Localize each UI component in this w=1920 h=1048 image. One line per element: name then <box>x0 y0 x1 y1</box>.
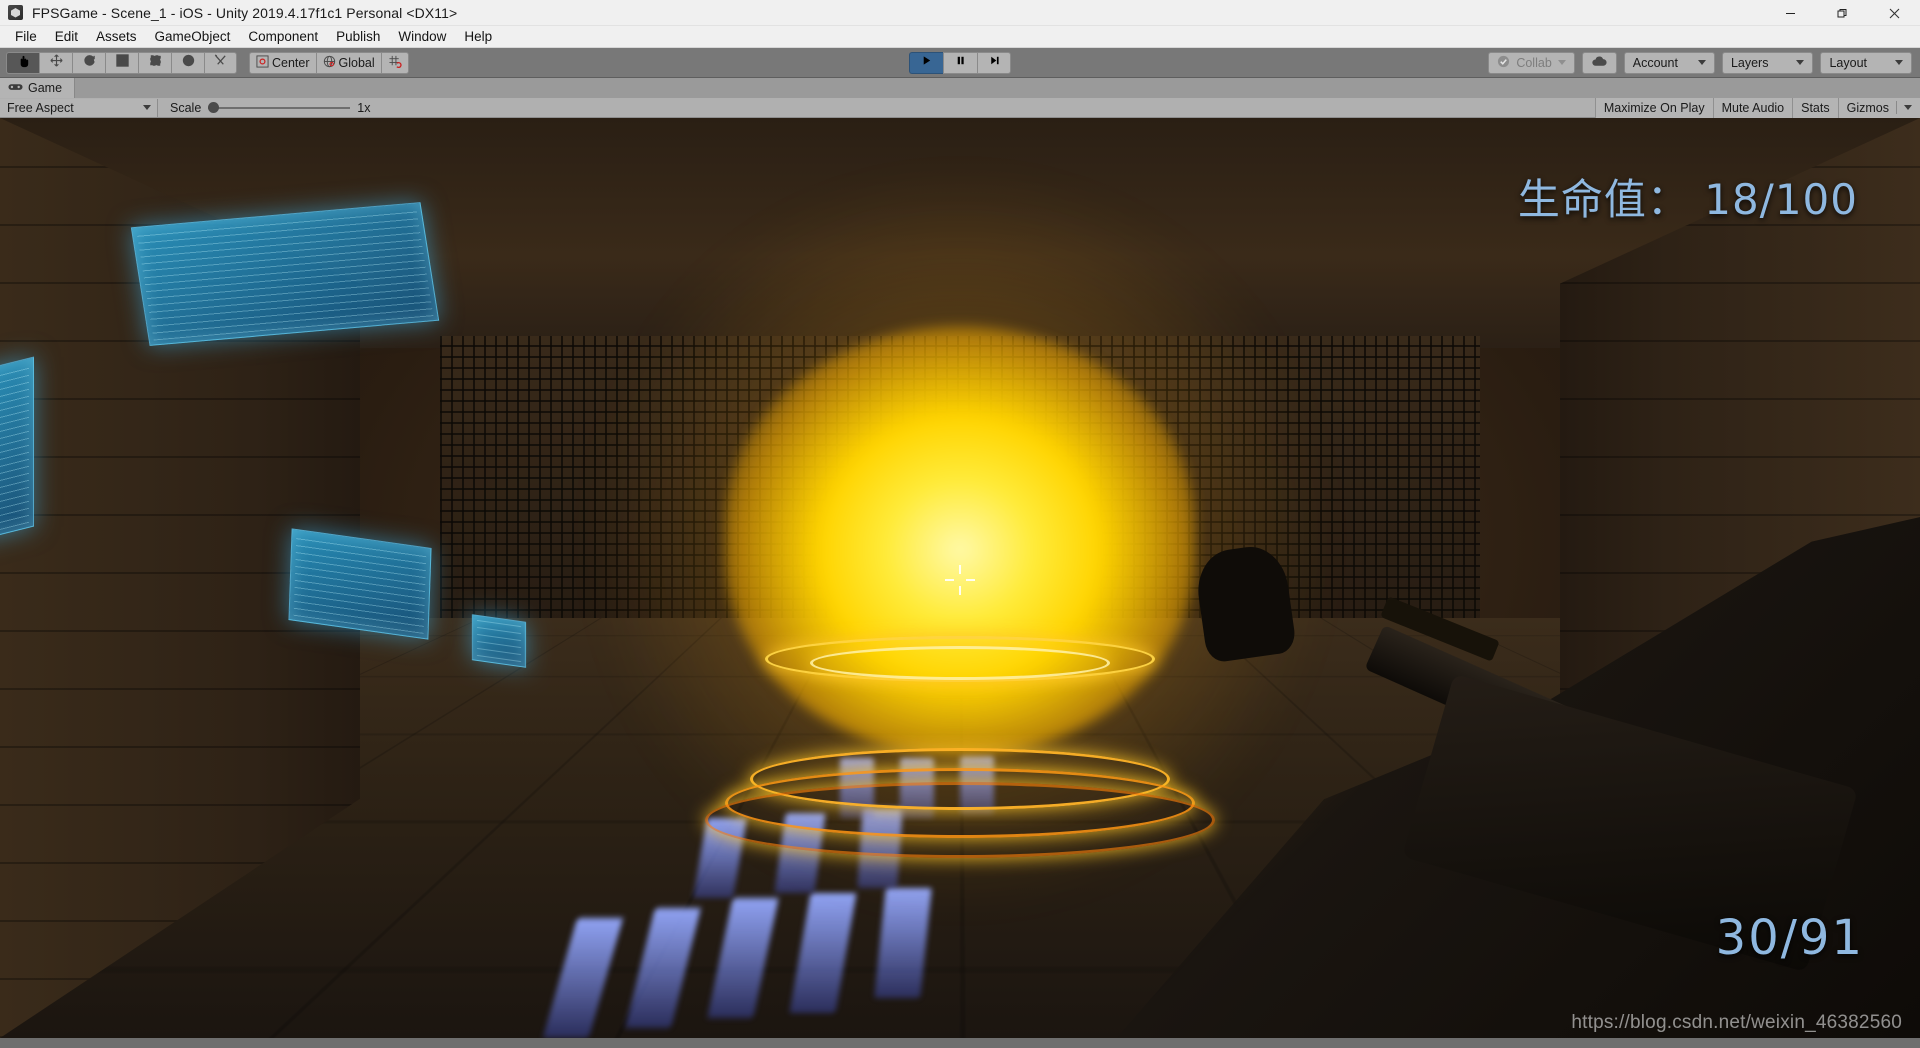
window-title: FPSGame - Scene_1 - iOS - Unity 2019.4.1… <box>32 4 458 21</box>
cloud-icon <box>1591 55 1608 70</box>
aspect-ratio-dropdown[interactable]: Free Aspect <box>0 98 158 117</box>
menu-component[interactable]: Component <box>239 27 327 46</box>
chevron-down-icon <box>1895 60 1903 65</box>
game-control-bar: Free Aspect Scale 1x Maximize On Play Mu… <box>0 97 1920 118</box>
account-label: Account <box>1632 55 1678 70</box>
menu-edit[interactable]: Edit <box>46 27 87 46</box>
play-icon <box>920 54 933 72</box>
menu-help[interactable]: Help <box>455 27 501 46</box>
hand-tool-button[interactable] <box>6 51 39 74</box>
pivot-center-icon <box>256 54 269 71</box>
title-bar: FPSGame - Scene_1 - iOS - Unity 2019.4.1… <box>0 0 1920 26</box>
holo-screen <box>0 356 34 542</box>
pause-icon <box>954 54 967 72</box>
collab-check-icon <box>1497 55 1510 71</box>
collab-label: Collab <box>1516 55 1552 70</box>
custom-tool-button[interactable] <box>204 51 237 74</box>
menu-window[interactable]: Window <box>389 27 455 46</box>
close-button[interactable] <box>1868 0 1920 26</box>
move-icon <box>49 53 64 73</box>
layout-label: Layout <box>1829 55 1867 70</box>
play-controls <box>909 51 1011 74</box>
minimize-button[interactable] <box>1764 0 1816 26</box>
gamepad-icon <box>8 81 23 95</box>
game-viewport[interactable]: 生命值： 18/100 30/91 https://blog.csdn.net/… <box>0 118 1920 1038</box>
transform-tool-button[interactable] <box>171 51 204 74</box>
hand-icon <box>16 53 31 73</box>
tab-game-label: Game <box>28 81 63 95</box>
scale-control: Scale 1x <box>170 101 370 115</box>
holo-screen <box>130 202 440 346</box>
health-hud: 生命值： 18/100 <box>1517 175 1858 224</box>
teleporter-ring <box>705 782 1215 858</box>
menu-gameobject[interactable]: GameObject <box>146 27 240 46</box>
account-button[interactable]: Account <box>1623 51 1715 74</box>
pivot-mode-label: Center <box>272 55 310 70</box>
aspect-ratio-value: Free Aspect <box>7 100 74 115</box>
transform-tools <box>6 51 237 74</box>
chevron-down-icon <box>1697 60 1706 65</box>
space-mode-label: Global <box>338 55 375 70</box>
collab-button[interactable]: Collab <box>1488 51 1575 74</box>
wrench-icon <box>213 53 228 73</box>
menu-file[interactable]: File <box>6 27 46 46</box>
divider <box>1896 101 1897 114</box>
cloud-button[interactable] <box>1581 51 1617 74</box>
grid-snap-button[interactable] <box>380 51 409 74</box>
window-controls <box>1764 0 1920 26</box>
crosshair-icon <box>945 564 975 595</box>
restore-button[interactable] <box>1816 0 1868 26</box>
layout-button[interactable]: Layout <box>1820 51 1912 74</box>
teleporter-core <box>725 326 1195 757</box>
pivot-space-group: Center Global <box>249 51 409 74</box>
menu-assets[interactable]: Assets <box>87 27 146 46</box>
tab-game[interactable]: Game <box>0 78 76 98</box>
menu-publish[interactable]: Publish <box>327 27 389 46</box>
scale-icon <box>115 53 130 73</box>
watermark-text: https://blog.csdn.net/weixin_46382560 <box>1571 1012 1902 1033</box>
rotate-icon <box>82 53 97 73</box>
menu-bar: File Edit Assets GameObject Component Pu… <box>0 26 1920 48</box>
status-bar <box>0 1038 1920 1048</box>
stats-button[interactable]: Stats <box>1792 97 1838 118</box>
holo-screen <box>472 614 526 668</box>
scale-slider-track <box>208 106 351 109</box>
toolbar-right-group: Collab Account Layers Layout <box>1488 51 1912 74</box>
chevron-down-icon <box>1557 60 1566 65</box>
transform-icon <box>181 53 196 73</box>
chevron-down-icon <box>1904 105 1912 110</box>
scale-slider[interactable] <box>208 102 351 114</box>
game-tab-strip: Game <box>0 78 1920 98</box>
ammo-hud: 30/91 <box>1715 910 1864 966</box>
pause-button[interactable] <box>943 51 977 74</box>
unity-icon <box>8 5 23 20</box>
scale-label: Scale <box>170 100 202 115</box>
grid-snap-icon <box>388 55 402 71</box>
chevron-down-icon <box>1796 60 1805 65</box>
layers-label: Layers <box>1730 55 1769 70</box>
holo-screen <box>288 528 432 640</box>
layers-button[interactable]: Layers <box>1721 51 1814 74</box>
rotate-tool-button[interactable] <box>72 51 105 74</box>
teleporter-ring <box>810 646 1110 680</box>
scale-slider-knob[interactable] <box>208 102 220 113</box>
scale-tool-button[interactable] <box>105 51 138 74</box>
scale-value: 1x <box>357 100 371 115</box>
gizmos-label: Gizmos <box>1846 100 1889 115</box>
gizmos-button[interactable]: Gizmos <box>1837 97 1920 118</box>
move-tool-button[interactable] <box>39 51 72 74</box>
step-icon <box>988 54 1001 72</box>
mute-audio-button[interactable]: Mute Audio <box>1712 97 1793 118</box>
pivot-mode-button[interactable]: Center <box>249 51 316 74</box>
rect-tool-button[interactable] <box>138 51 171 74</box>
space-mode-button[interactable]: Global <box>315 51 381 74</box>
globe-icon <box>323 55 336 71</box>
chevron-down-icon <box>143 105 151 110</box>
unity-toolbar: Center Global Collab Account Layers Layo… <box>0 48 1920 78</box>
rect-icon <box>148 53 163 73</box>
game-bar-right: Maximize On Play Mute Audio Stats Gizmos <box>1594 97 1920 118</box>
play-button[interactable] <box>909 51 943 74</box>
step-button[interactable] <box>977 51 1011 74</box>
maximize-on-play-button[interactable]: Maximize On Play <box>1594 97 1713 118</box>
